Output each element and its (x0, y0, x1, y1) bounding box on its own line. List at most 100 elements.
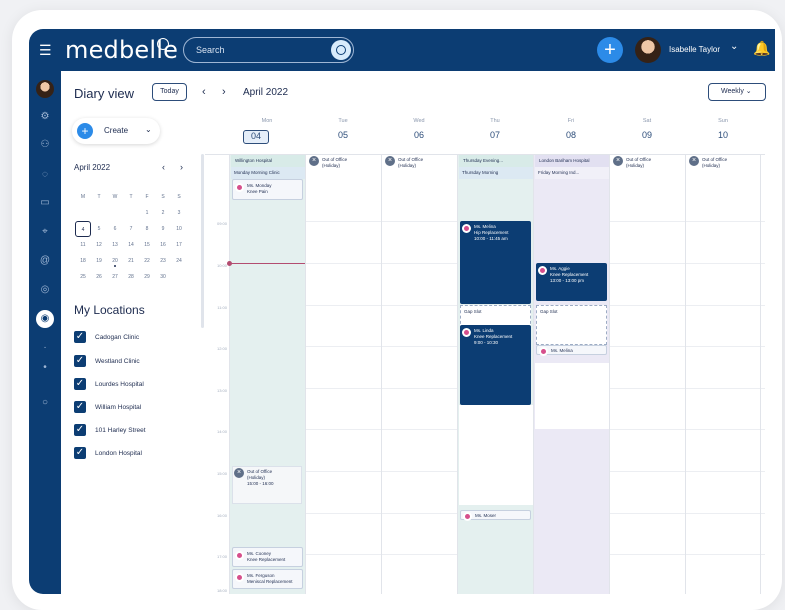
calendar-day[interactable]: 14 (123, 237, 139, 253)
calendar-day[interactable]: 22 (139, 253, 155, 269)
day-header-fri[interactable]: Fri 08 (533, 113, 609, 148)
calendar-day[interactable]: 27 (107, 269, 123, 285)
calendar-day[interactable]: 28 (123, 269, 139, 285)
calendar-day[interactable]: 11 (75, 237, 91, 253)
calendar-day[interactable]: 13 (107, 237, 123, 253)
bell-icon[interactable]: 🔔 (753, 40, 770, 57)
out-of-office-block[interactable]: × Out of Office (Holiday) (308, 155, 378, 177)
day-header-thu[interactable]: Thu 07 (457, 113, 533, 148)
calendar-column-tue[interactable]: × Out of Office (Holiday) (305, 155, 381, 594)
menu-icon[interactable]: ☰ (39, 42, 55, 58)
check-icon[interactable]: ✓ (74, 401, 86, 413)
add-button[interactable]: + (597, 37, 623, 63)
mini-calendar-previous[interactable]: ‹ (162, 162, 165, 172)
calendar-day[interactable]: 3 (171, 205, 187, 221)
check-icon[interactable]: ✓ (74, 331, 86, 343)
calendar-day[interactable]: 1 (139, 205, 155, 221)
search-icon[interactable] (331, 40, 351, 60)
calendar-day[interactable]: 10 (171, 221, 187, 237)
message-icon[interactable]: ◉ (36, 310, 54, 328)
view-selector[interactable]: Weekly ⌄ (708, 83, 766, 101)
calendar-day[interactable]: 23 (155, 253, 171, 269)
appointment-card[interactable]: Ms. Monday Knee Pain (232, 179, 303, 200)
calendar-day[interactable]: 30 (155, 269, 171, 285)
location-filter-item[interactable]: ✓ 101 Harley Street (74, 424, 204, 439)
globe-icon[interactable]: ◎ (39, 284, 51, 296)
check-icon[interactable]: ✓ (74, 447, 86, 459)
calendar-column-sat[interactable]: × Out of Office (Holiday) (609, 155, 685, 594)
rail-avatar[interactable] (36, 80, 54, 98)
chevron-down-icon[interactable]: ⌄ (730, 41, 738, 52)
next-week-button[interactable]: › (222, 86, 226, 98)
calendar-day[interactable]: 7 (123, 221, 139, 237)
calendar-day[interactable]: 17 (171, 237, 187, 253)
appointment-card[interactable]: Ms. Melina Hip Replacement 10:00 - 11:45 a… (460, 221, 531, 304)
calendar-day-today[interactable]: 20 (107, 253, 123, 269)
day-header-tue[interactable]: Tue 05 (305, 113, 381, 148)
appointment-card[interactable]: Ms. Aggie Knee Replacement 13:00 - 13:00 p… (536, 263, 607, 301)
day-header-wed[interactable]: Wed 06 (381, 113, 457, 148)
calendar-day[interactable]: 12 (91, 237, 107, 253)
calendar-day[interactable]: 16 (155, 237, 171, 253)
calendar-day[interactable]: 29 (139, 269, 155, 285)
out-of-office-block[interactable]: × Out of Office (Holiday) (384, 155, 454, 177)
location-filter-item[interactable]: ✓ Westland Clinic (74, 355, 204, 370)
appointment-card[interactable]: Ms. Moser (460, 510, 531, 521)
check-icon[interactable]: ✓ (74, 378, 86, 390)
calendar-day[interactable] (107, 205, 123, 221)
sidebar-scrollbar[interactable] (201, 154, 204, 328)
location-filter-item[interactable]: ✓ Cadogan Clinic (74, 331, 204, 346)
calendar-day[interactable]: 18 (75, 253, 91, 269)
calendar-day-selected[interactable]: 4 (75, 221, 91, 237)
previous-week-button[interactable]: ‹ (202, 86, 206, 98)
calendar-column-thu[interactable]: Thursday Evening... Thursday Morning Ms.… (457, 155, 533, 594)
calendar-day[interactable]: 2 (155, 205, 171, 221)
location-filter-item[interactable]: ✓ Lourdes Hospital (74, 378, 204, 393)
calendar-icon[interactable]: ▭ (39, 197, 51, 209)
out-of-office-block[interactable]: × Out of Office (Holiday) (688, 155, 758, 177)
out-of-office-block[interactable]: × Out of Office (Holiday) (612, 155, 682, 177)
day-header-sun[interactable]: Sun 10 (685, 113, 761, 148)
location-filter-item[interactable]: ✓ William Hospital (74, 401, 204, 416)
calendar-day[interactable] (123, 205, 139, 221)
calendar-column-sun[interactable]: × Out of Office (Holiday) (685, 155, 761, 594)
appointment-card[interactable]: Ms. Ferguson Meniscal Replacement (232, 569, 303, 589)
calendar-day[interactable]: 21 (123, 253, 139, 269)
settings-icon[interactable]: ⚙ (39, 111, 51, 123)
today-button[interactable]: Today (152, 83, 187, 101)
mini-calendar-next[interactable]: › (180, 162, 183, 172)
calendar-day[interactable] (171, 269, 187, 285)
check-icon[interactable]: ✓ (74, 424, 86, 436)
search-field[interactable]: Search (183, 37, 354, 63)
calendar-day[interactable]: 8 (139, 221, 155, 237)
calendar-day[interactable]: 24 (171, 253, 187, 269)
appointment-card[interactable]: Ms. Melina (536, 345, 607, 356)
calendar-column-mon[interactable]: Willington Hospital Monday Morning Clini… (229, 155, 305, 594)
out-of-office-block[interactable]: × Out of Office (Holiday) 15:00 - 16:00 (232, 466, 302, 504)
calendar-day[interactable] (75, 205, 91, 221)
calendar-day[interactable]: 25 (75, 269, 91, 285)
team-icon[interactable]: ⚇ (39, 139, 51, 151)
calendar-day[interactable]: 19 (91, 253, 107, 269)
day-header-sat[interactable]: Sat 09 (609, 113, 685, 148)
calendar-day[interactable] (91, 205, 107, 221)
day-header-mon[interactable]: Mon 04 (229, 113, 305, 148)
circle-icon[interactable]: ○ (39, 397, 51, 409)
appointment-card[interactable]: Ms. Cooney Knee Replacement (232, 547, 303, 567)
user-name[interactable]: Isabelle Taylor (669, 45, 720, 54)
gap-slot[interactable]: Gap Slot (536, 305, 607, 345)
calendar-day[interactable]: 9 (155, 221, 171, 237)
calendar-day[interactable]: 15 (139, 237, 155, 253)
calendar-day[interactable]: 6 (107, 221, 123, 237)
check-icon[interactable]: ◌ (39, 169, 51, 181)
calendar-day[interactable]: 5 (91, 221, 107, 237)
create-button[interactable]: + Create ⌄ (72, 118, 160, 144)
calendar-column-fri[interactable]: London Bariham Hospital Friday Morning I… (533, 155, 609, 594)
check-icon[interactable]: ✓ (74, 355, 86, 367)
at-icon[interactable]: @ (39, 255, 51, 267)
map-icon[interactable]: ⌖ (39, 226, 51, 238)
calendar-column-wed[interactable]: × Out of Office (Holiday) (381, 155, 457, 594)
calendar-day[interactable]: 26 (91, 269, 107, 285)
appointment-card[interactable]: Ms. Linda Knee Replacement 9:00 - 10:30 (460, 325, 531, 405)
location-filter-item[interactable]: ✓ London Hospital (74, 447, 204, 462)
